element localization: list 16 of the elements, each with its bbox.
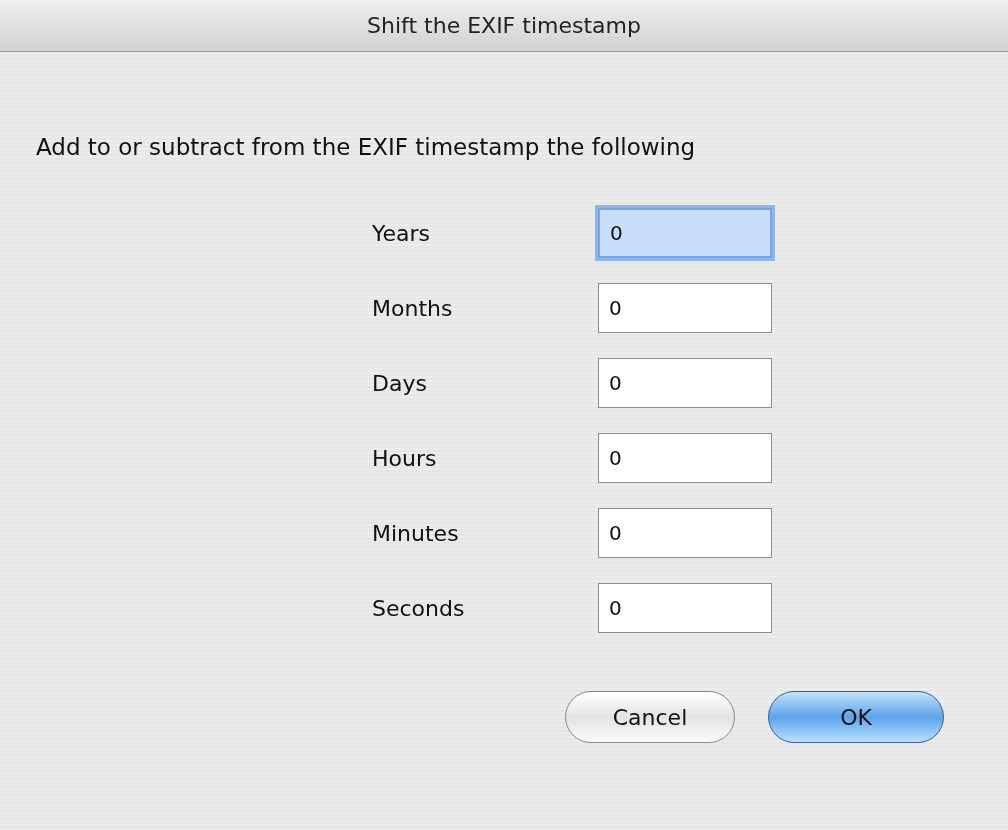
- field-label: Days: [372, 369, 428, 398]
- ok-button[interactable]: OK: [768, 691, 944, 743]
- input-field[interactable]: 0: [598, 433, 772, 483]
- input-field[interactable]: 0: [598, 208, 772, 258]
- field-label: Minutes: [372, 519, 460, 548]
- cancel-button[interactable]: Cancel: [565, 691, 735, 743]
- instruction-text: Add to or subtract from the EXIF timestamp the following: [36, 133, 697, 162]
- input-field[interactable]: 0: [598, 508, 772, 558]
- input-field[interactable]: 0: [598, 283, 772, 333]
- field-label: Hours: [372, 444, 438, 473]
- field-label: Months: [372, 294, 454, 323]
- input-field[interactable]: 0: [598, 358, 772, 408]
- field-label: Seconds: [372, 594, 466, 623]
- input-field[interactable]: 0: [598, 583, 772, 633]
- window-title: Shift the EXIF timestamp: [367, 12, 641, 40]
- field-label: Years: [372, 219, 432, 248]
